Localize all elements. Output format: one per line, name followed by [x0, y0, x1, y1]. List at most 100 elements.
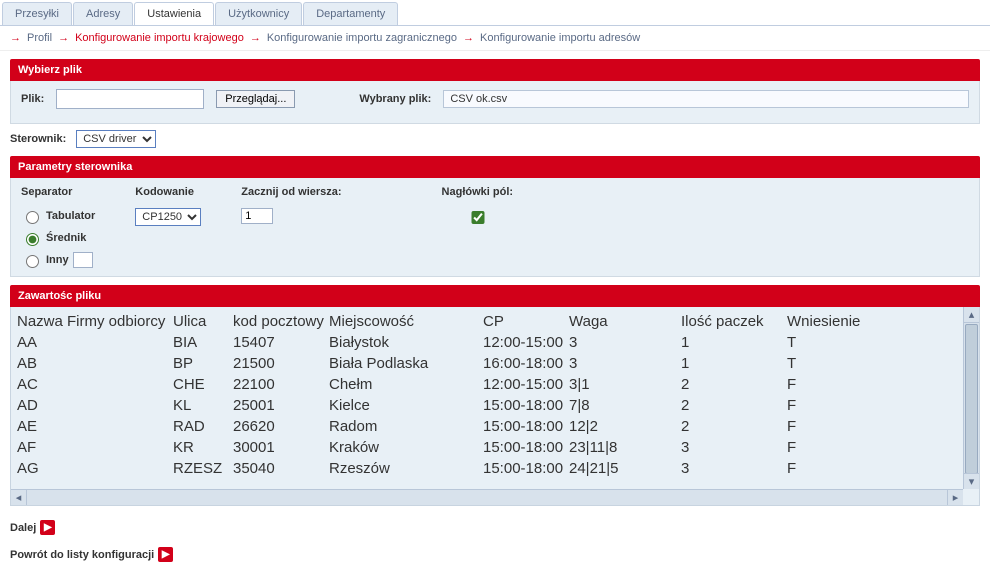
back-button[interactable]: Powrót do listy konfiguracji ▶ [10, 547, 980, 562]
table-cell: AA [17, 332, 173, 353]
table-row: ADKL25001Kielce15:00-18:007|82F [17, 395, 957, 416]
footer-links: Dalej ▶ Powrót do listy konfiguracji ▶ [10, 520, 980, 562]
arrow-right-icon: ▶ [40, 520, 55, 535]
selected-file-input[interactable] [443, 90, 969, 108]
table-cell: F [787, 437, 957, 458]
table-cell: 16:00-18:00 [483, 353, 569, 374]
tab-ustawienia[interactable]: Ustawienia [134, 2, 214, 25]
panel-wybierz-plik: Wybierz plik Plik: Przeglądaj... Wybrany… [10, 59, 980, 124]
table-cell: 21500 [233, 353, 329, 374]
panel-header-content: Zawartośc pliku [10, 285, 980, 307]
table-row: AABIA15407Białystok12:00-15:0031T [17, 332, 957, 353]
label-wybrany-plik: Wybrany plik: [359, 93, 431, 105]
panel-header-file: Wybierz plik [10, 59, 980, 81]
radio-inny[interactable]: Inny [21, 252, 95, 268]
table-cell: F [787, 395, 957, 416]
table-row: AGRZESZ35040Rzeszów15:00-18:0024|21|53F [17, 458, 957, 479]
table-cell: AC [17, 374, 173, 395]
tab-uzytkownicy[interactable]: Użytkownicy [215, 2, 302, 25]
file-path-input[interactable] [56, 89, 204, 109]
table-cell: 2 [681, 395, 787, 416]
table-cell: 24|21|5 [569, 458, 681, 479]
start-row-input[interactable] [241, 208, 273, 224]
table-cell: Biała Podlaska [329, 353, 483, 374]
label-start-row: Zacznij od wiersza: [241, 186, 341, 198]
vertical-scrollbar[interactable]: ▴ ▾ [963, 307, 979, 489]
scroll-left-icon[interactable]: ◂ [11, 490, 27, 505]
browse-button[interactable]: Przeglądaj... [216, 90, 295, 108]
table-cell: CHE [173, 374, 233, 395]
table-cell: 25001 [233, 395, 329, 416]
col-header: Ilość paczek [681, 311, 787, 332]
table-header-row: Nazwa Firmy odbiorcy Ulica kod pocztowy … [17, 311, 957, 332]
table-cell: 15:00-18:00 [483, 458, 569, 479]
radio-inny-label: Inny [46, 254, 69, 266]
table-cell: Kraków [329, 437, 483, 458]
table-cell: 12:00-15:00 [483, 332, 569, 353]
table-cell: RZESZ [173, 458, 233, 479]
encoding-select[interactable]: CP1250 [135, 208, 201, 226]
table-cell: T [787, 332, 957, 353]
breadcrumb-import-adresow[interactable]: Konfigurowanie importu adresów [480, 32, 640, 44]
label-kodowanie: Kodowanie [135, 186, 201, 198]
col-header: Waga [569, 311, 681, 332]
table-cell: 3 [681, 458, 787, 479]
scroll-up-icon[interactable]: ▴ [964, 307, 979, 323]
table-cell: 2 [681, 416, 787, 437]
table-row: ABBP21500Biała Podlaska16:00-18:0031T [17, 353, 957, 374]
back-label: Powrót do listy konfiguracji [10, 549, 154, 561]
arrow-right-icon: ▶ [158, 547, 173, 562]
table-row: AERAD26620Radom15:00-18:0012|22F [17, 416, 957, 437]
table-cell: 3|1 [569, 374, 681, 395]
col-header: Wniesienie [787, 311, 957, 332]
next-label: Dalej [10, 522, 36, 534]
table-cell: AF [17, 437, 173, 458]
col-header: Ulica [173, 311, 233, 332]
scroll-down-icon[interactable]: ▾ [964, 473, 979, 489]
table-cell: AG [17, 458, 173, 479]
tab-departamenty[interactable]: Departamenty [303, 2, 398, 25]
breadcrumb-profil[interactable]: Profil [27, 32, 52, 44]
scroll-thumb[interactable] [965, 324, 978, 474]
breadcrumb-import-zagraniczny[interactable]: Konfigurowanie importu zagranicznego [267, 32, 457, 44]
table-cell: Kielce [329, 395, 483, 416]
table-cell: F [787, 416, 957, 437]
scroll-right-icon[interactable]: ▸ [947, 490, 963, 505]
driver-select[interactable]: CSV driver [76, 130, 156, 148]
next-button[interactable]: Dalej ▶ [10, 520, 980, 535]
table-cell: 30001 [233, 437, 329, 458]
table-cell: 3 [569, 332, 681, 353]
col-header: Miejscowość [329, 311, 483, 332]
headers-checkbox[interactable] [446, 211, 511, 224]
table-cell: 3 [681, 437, 787, 458]
table-cell: RAD [173, 416, 233, 437]
arrow-right-icon: → [463, 32, 474, 44]
breadcrumb-import-krajowy[interactable]: Konfigurowanie importu krajowego [75, 32, 244, 44]
arrow-right-icon: → [250, 32, 261, 44]
table-cell: 15407 [233, 332, 329, 353]
table-cell: 3 [569, 353, 681, 374]
breadcrumb: → Profil → Konfigurowanie importu krajow… [0, 26, 990, 51]
table-cell: 12|2 [569, 416, 681, 437]
custom-separator-input[interactable] [73, 252, 93, 268]
label-plik: Plik: [21, 93, 44, 105]
table-cell: KR [173, 437, 233, 458]
radio-srednik[interactable]: Średnik [21, 230, 95, 246]
tabs-bar: Przesyłki Adresy Ustawienia Użytkownicy … [0, 0, 990, 26]
table-cell: AD [17, 395, 173, 416]
label-naglowki: Nagłówki pól: [442, 186, 514, 198]
tab-przesylki[interactable]: Przesyłki [2, 2, 72, 25]
table-cell: 1 [681, 353, 787, 374]
table-cell: Rzeszów [329, 458, 483, 479]
col-header: Nazwa Firmy odbiorcy [17, 311, 173, 332]
table-cell: BIA [173, 332, 233, 353]
radio-tabulator[interactable]: Tabulator [21, 208, 95, 224]
table-row: AFKR30001Kraków15:00-18:0023|11|83F [17, 437, 957, 458]
table-cell: 22100 [233, 374, 329, 395]
table-cell: 23|11|8 [569, 437, 681, 458]
table-cell: Radom [329, 416, 483, 437]
file-content-grid: Nazwa Firmy odbiorcy Ulica kod pocztowy … [11, 307, 963, 505]
tab-adresy[interactable]: Adresy [73, 2, 133, 25]
col-header: CP [483, 311, 569, 332]
horizontal-scrollbar[interactable]: ◂ ▸ [11, 489, 963, 505]
